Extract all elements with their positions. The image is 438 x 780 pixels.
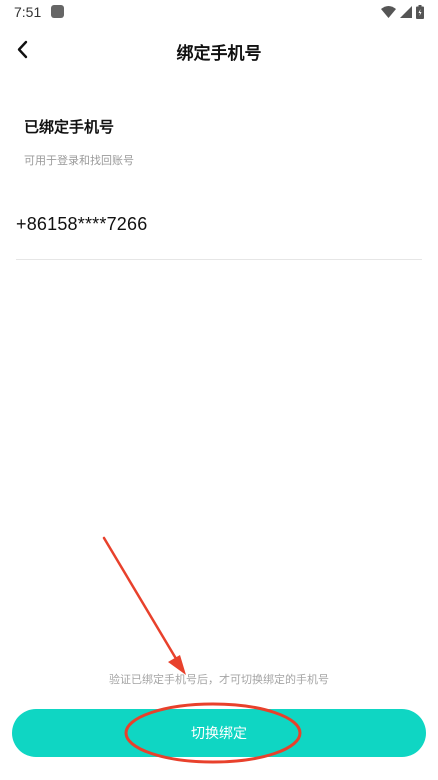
- bound-phone-title: 已绑定手机号: [24, 118, 115, 136]
- divider: [16, 259, 422, 260]
- signal-icon: [400, 6, 412, 18]
- battery-icon: [416, 5, 424, 19]
- app-notification-icon: [51, 5, 64, 18]
- hint-text: 验证已绑定手机号后，才可切换绑定的手机号: [109, 673, 329, 686]
- wifi-icon: [381, 6, 396, 18]
- bound-phone-subtitle: 可用于登录和找回账号: [24, 154, 134, 167]
- status-icons: [381, 5, 424, 19]
- switch-binding-button[interactable]: 切换绑定: [12, 709, 426, 757]
- phone-number: +86158****7266: [16, 214, 148, 234]
- status-time: 7:51: [14, 4, 42, 20]
- switch-binding-label: 切换绑定: [191, 725, 247, 741]
- nav-bar: 绑定手机号: [0, 30, 438, 70]
- status-bar: 7:51: [0, 0, 438, 26]
- page-title: 绑定手机号: [176, 44, 262, 64]
- annotation-arrow-icon: [102, 536, 180, 664]
